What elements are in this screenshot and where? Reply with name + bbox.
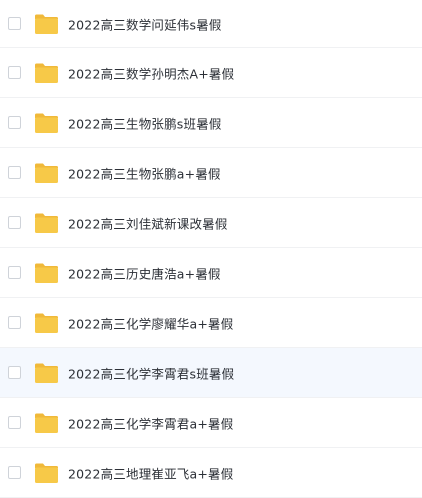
list-item[interactable]: 2022高三化学廖耀华a+暑假 [0, 298, 422, 348]
select-checkbox[interactable] [8, 365, 21, 379]
folder-name[interactable]: 2022高三生物张鹏s班暑假 [68, 113, 222, 132]
select-checkbox[interactable] [8, 16, 21, 30]
list-item[interactable]: 2022高三数学孙明杰A+暑假 [0, 48, 422, 98]
folder-icon [34, 412, 59, 434]
list-item[interactable]: 2022高三生物张鹏s班暑假 [0, 98, 422, 148]
select-checkbox[interactable] [8, 215, 21, 229]
select-checkbox[interactable] [8, 415, 21, 429]
folder-icon [34, 212, 59, 234]
folder-name[interactable]: 2022高三化学李霄君s班暑假 [68, 363, 234, 382]
list-item[interactable]: 2022高三历史唐浩a+暑假 [0, 248, 422, 298]
list-item[interactable]: 2022高三化学李霄君s班暑假 [0, 348, 422, 398]
list-item[interactable]: 2022高三地理崔亚飞a+暑假 [0, 448, 422, 498]
select-checkbox[interactable] [8, 165, 21, 179]
file-list: 2022高三数学问延伟s暑假 2022高三数学孙明杰A+暑假 2022高三生物张… [0, 0, 422, 498]
folder-icon [34, 62, 59, 84]
folder-icon [34, 362, 59, 384]
folder-name[interactable]: 2022高三历史唐浩a+暑假 [68, 263, 221, 282]
select-checkbox[interactable] [8, 65, 21, 79]
folder-icon [34, 13, 59, 35]
select-checkbox[interactable] [8, 265, 21, 279]
select-checkbox[interactable] [8, 315, 21, 329]
folder-icon [34, 262, 59, 284]
list-item[interactable]: 2022高三刘佳斌新课改暑假 [0, 198, 422, 248]
folder-name[interactable]: 2022高三数学问延伟s暑假 [68, 14, 222, 33]
folder-icon [34, 162, 59, 184]
folder-icon [34, 462, 59, 484]
list-item[interactable]: 2022高三数学问延伟s暑假 [0, 0, 422, 48]
list-item[interactable]: 2022高三化学李霄君a+暑假 [0, 398, 422, 448]
folder-icon [34, 312, 59, 334]
select-checkbox[interactable] [8, 115, 21, 129]
list-item[interactable]: 2022高三生物张鹏a+暑假 [0, 148, 422, 198]
folder-name[interactable]: 2022高三刘佳斌新课改暑假 [68, 213, 228, 232]
select-checkbox[interactable] [8, 465, 21, 479]
folder-name[interactable]: 2022高三化学李霄君a+暑假 [68, 413, 233, 432]
folder-name[interactable]: 2022高三生物张鹏a+暑假 [68, 163, 221, 182]
folder-name[interactable]: 2022高三地理崔亚飞a+暑假 [68, 463, 233, 482]
folder-icon [34, 112, 59, 134]
folder-name[interactable]: 2022高三数学孙明杰A+暑假 [68, 63, 234, 82]
folder-name[interactable]: 2022高三化学廖耀华a+暑假 [68, 313, 233, 332]
